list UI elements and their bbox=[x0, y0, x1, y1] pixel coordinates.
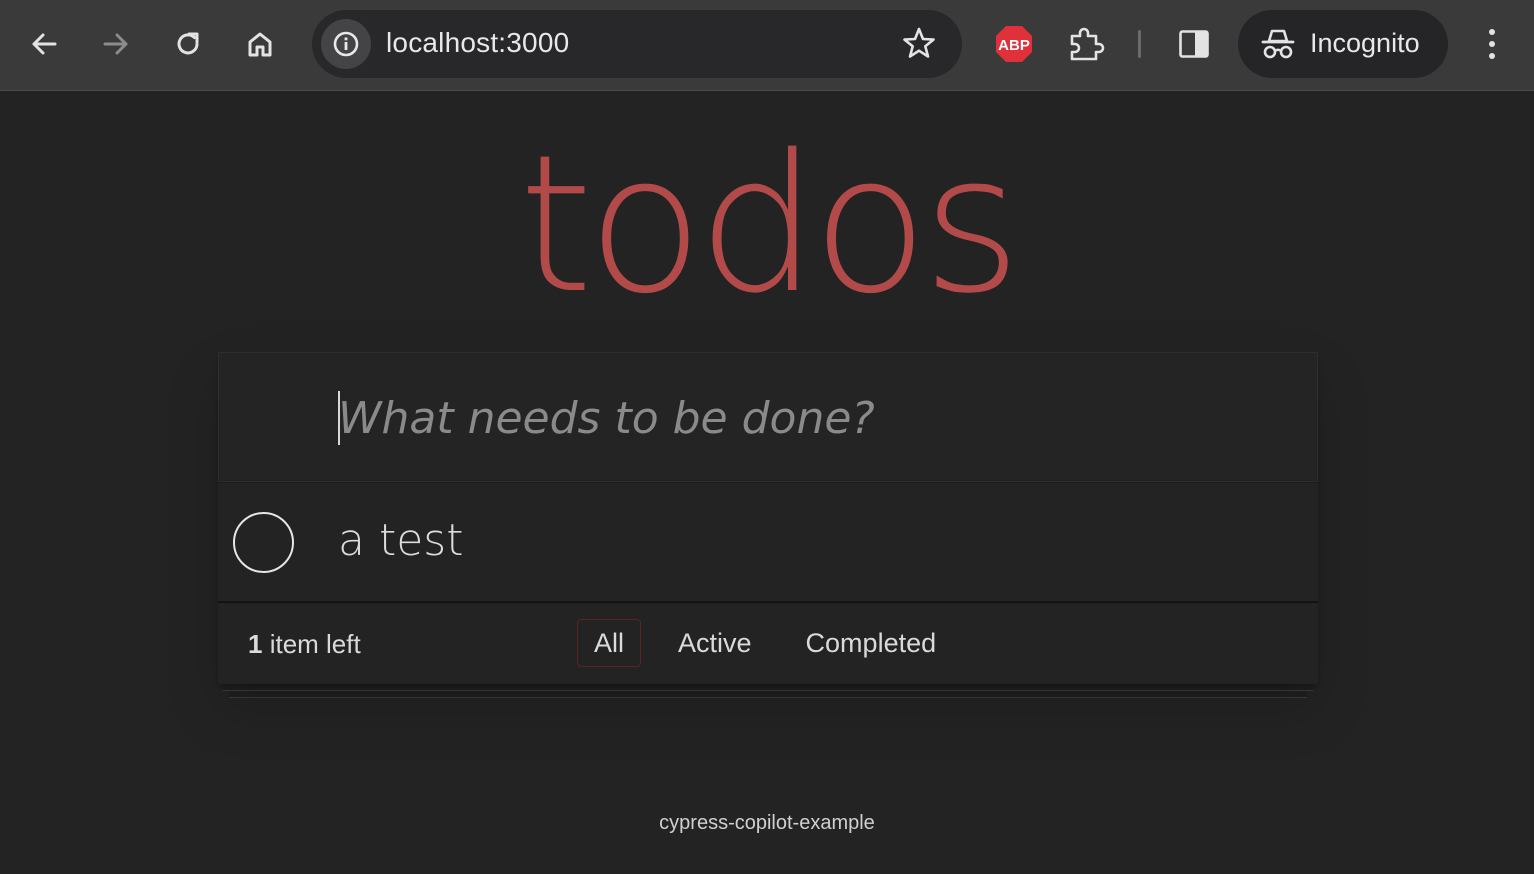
todo-count-number: 1 bbox=[248, 629, 263, 659]
info-icon bbox=[333, 31, 359, 57]
adblock-badge-text: ABP bbox=[998, 37, 1030, 54]
forward-button[interactable] bbox=[86, 14, 146, 74]
toolbar-divider bbox=[1138, 30, 1141, 58]
todo-label[interactable]: a test bbox=[338, 515, 463, 566]
address-bar[interactable]: localhost:3000 bbox=[312, 10, 962, 78]
home-icon bbox=[248, 32, 272, 57]
todo-toggle-checkbox[interactable] bbox=[233, 512, 294, 573]
star-icon bbox=[903, 27, 935, 58]
stack-shadow-2 bbox=[229, 691, 1307, 698]
todo-item: a test bbox=[218, 482, 1318, 602]
puzzle-icon bbox=[1070, 27, 1105, 61]
adblock-icon: ABP bbox=[996, 26, 1032, 62]
site-info-button[interactable] bbox=[321, 19, 371, 69]
kebab-menu-icon bbox=[1489, 29, 1495, 59]
bookmark-button[interactable] bbox=[902, 26, 936, 65]
todo-count-suffix: item left bbox=[262, 629, 361, 659]
side-panel-icon bbox=[1179, 30, 1209, 58]
browser-menu-button[interactable] bbox=[1480, 26, 1504, 67]
new-todo-input[interactable] bbox=[338, 389, 1278, 447]
arrow-right-icon bbox=[103, 33, 128, 55]
stack-shadow-1 bbox=[223, 683, 1313, 691]
extensions-button[interactable] bbox=[1066, 24, 1106, 69]
filter-active[interactable]: Active bbox=[661, 619, 769, 667]
filter-completed[interactable]: Completed bbox=[789, 619, 954, 667]
home-button[interactable] bbox=[230, 14, 290, 74]
app-title: todos bbox=[518, 114, 1022, 335]
side-panel-button[interactable] bbox=[1178, 28, 1210, 65]
incognito-icon bbox=[1261, 29, 1295, 59]
todo-footer: 1 item left All Active Completed bbox=[218, 602, 1318, 684]
page-viewport: todos a test 1 item left All Active Comp… bbox=[0, 92, 1534, 874]
filter-all[interactable]: All bbox=[577, 619, 642, 667]
back-button[interactable] bbox=[14, 14, 74, 74]
footer-info: cypress-copilot-example bbox=[659, 812, 875, 834]
todo-count: 1 item left bbox=[248, 629, 361, 660]
filters: All Active Completed bbox=[577, 619, 973, 667]
reload-icon bbox=[177, 32, 199, 55]
new-todo-header bbox=[218, 352, 1318, 482]
browser-toolbar: localhost:3000 ABP Incognito bbox=[0, 0, 1534, 91]
reload-button[interactable] bbox=[158, 14, 218, 74]
url-text[interactable]: localhost:3000 bbox=[386, 27, 569, 59]
arrow-left-icon bbox=[32, 33, 57, 55]
adblock-button[interactable]: ABP bbox=[995, 25, 1033, 63]
text-caret bbox=[338, 391, 340, 445]
incognito-profile-button[interactable]: Incognito bbox=[1238, 10, 1448, 78]
incognito-label: Incognito bbox=[1310, 28, 1420, 58]
todo-app: a test 1 item left All Active Completed bbox=[218, 352, 1318, 684]
